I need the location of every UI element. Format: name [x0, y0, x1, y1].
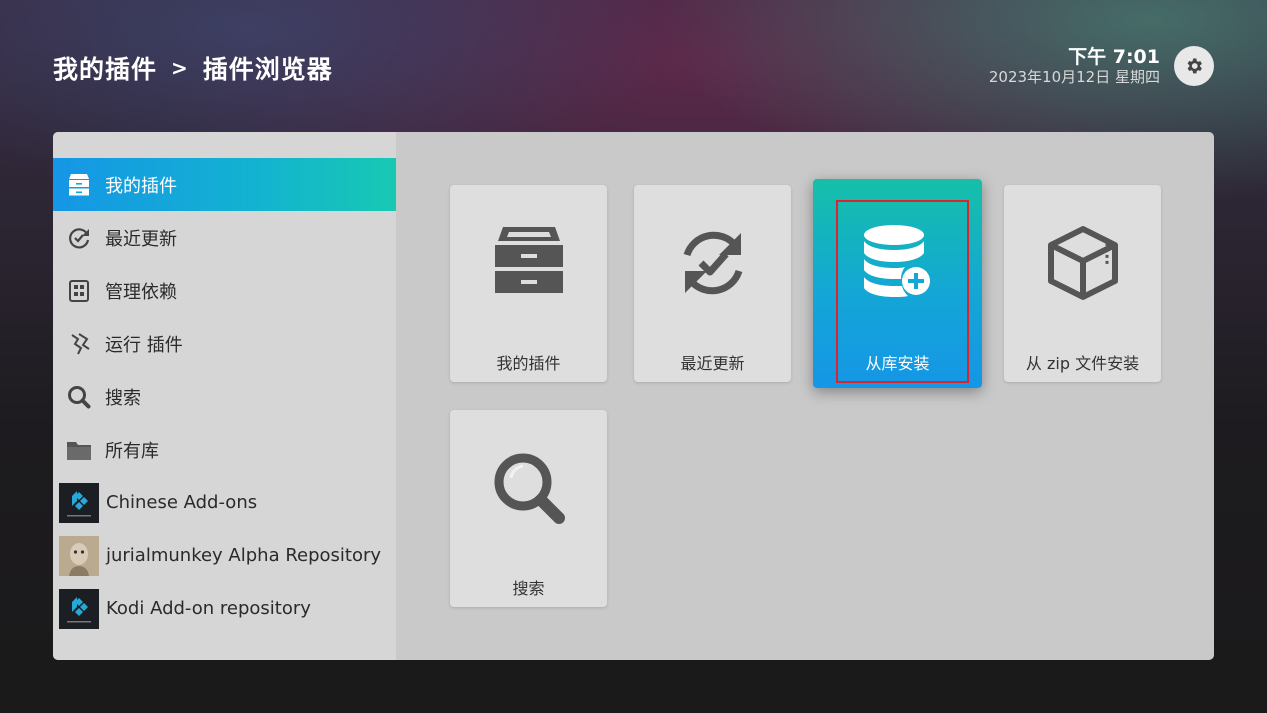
sidebar-item-kodi-repository[interactable]: Kodi Add-on repository [53, 582, 396, 635]
kodi-logo-icon [59, 588, 99, 629]
tile-install-from-repository[interactable]: 从库安装 [813, 179, 982, 388]
sidebar-item-chinese-addons[interactable]: Chinese Add-ons [53, 476, 396, 529]
addon-box-icon [66, 172, 92, 198]
tile-label: 我的插件 [496, 354, 561, 373]
tile-install-from-zip[interactable]: 从 zip 文件安装 [1004, 185, 1161, 382]
tile-my-addons[interactable]: 我的插件 [450, 185, 607, 382]
run-addon-icon [66, 331, 92, 357]
settings-button[interactable] [1174, 46, 1214, 86]
breadcrumb: 我的插件 > 插件浏览器 [53, 50, 333, 86]
sidebar-item-label: 运行 插件 [105, 334, 183, 356]
sidebar-item-label: 所有库 [105, 440, 159, 462]
sidebar-item-label: 搜索 [105, 387, 141, 409]
tile-label: 最近更新 [680, 354, 745, 373]
sidebar-item-label: Chinese Add-ons [106, 492, 258, 513]
zip-package-icon [1004, 225, 1161, 301]
gear-icon [1187, 58, 1202, 74]
sidebar-item-label: jurialmunkey Alpha Repository [106, 545, 382, 566]
clock-time: 下午 7:01 [1068, 46, 1160, 68]
sidebar-item-all-repositories[interactable]: 所有库 [53, 423, 396, 476]
kodi-logo-icon [59, 482, 99, 523]
sidebar: 我的插件 最近更新 管理依赖 运行 插件 搜索 所有库 Chinese Add-… [53, 132, 396, 660]
breadcrumb-root[interactable]: 我的插件 [53, 50, 157, 86]
search-icon [66, 384, 92, 410]
sidebar-item-label: Kodi Add-on repository [106, 598, 311, 619]
sidebar-item-recent-updates[interactable]: 最近更新 [53, 211, 396, 264]
sidebar-item-manage-dependencies[interactable]: 管理依赖 [53, 264, 396, 317]
avatar [59, 535, 99, 576]
search-icon [450, 450, 607, 526]
tile-recent-updates[interactable]: 最近更新 [634, 185, 791, 382]
addon-box-icon [450, 225, 607, 301]
breadcrumb-separator: > [171, 56, 189, 80]
recent-update-icon [634, 225, 791, 301]
folder-icon [66, 437, 92, 463]
sidebar-item-search[interactable]: 搜索 [53, 370, 396, 423]
clock-date: 2023年10月12日 星期四 [988, 68, 1160, 86]
clock: 下午 7:01 2023年10月12日 星期四 [989, 46, 1160, 86]
tile-label: 搜索 [512, 579, 545, 598]
sidebar-item-label: 我的插件 [105, 175, 177, 197]
sidebar-item-run-addon[interactable]: 运行 插件 [53, 317, 396, 370]
sidebar-item-label: 管理依赖 [105, 281, 177, 303]
dependencies-icon [66, 278, 92, 304]
recent-update-icon [66, 225, 92, 251]
focus-highlight [836, 200, 969, 383]
addon-browser-panel: 我的插件 最近更新 管理依赖 运行 插件 搜索 所有库 Chinese Add-… [53, 132, 1214, 660]
tile-label: 从 zip 文件安装 [1025, 354, 1140, 373]
sidebar-item-label: 最近更新 [105, 228, 177, 250]
sidebar-item-jurialmunkey-alpha[interactable]: jurialmunkey Alpha Repository [53, 529, 396, 582]
tile-search[interactable]: 搜索 [450, 410, 607, 607]
page-title: 插件浏览器 [202, 55, 333, 84]
sidebar-item-my-addons[interactable]: 我的插件 [53, 158, 396, 211]
